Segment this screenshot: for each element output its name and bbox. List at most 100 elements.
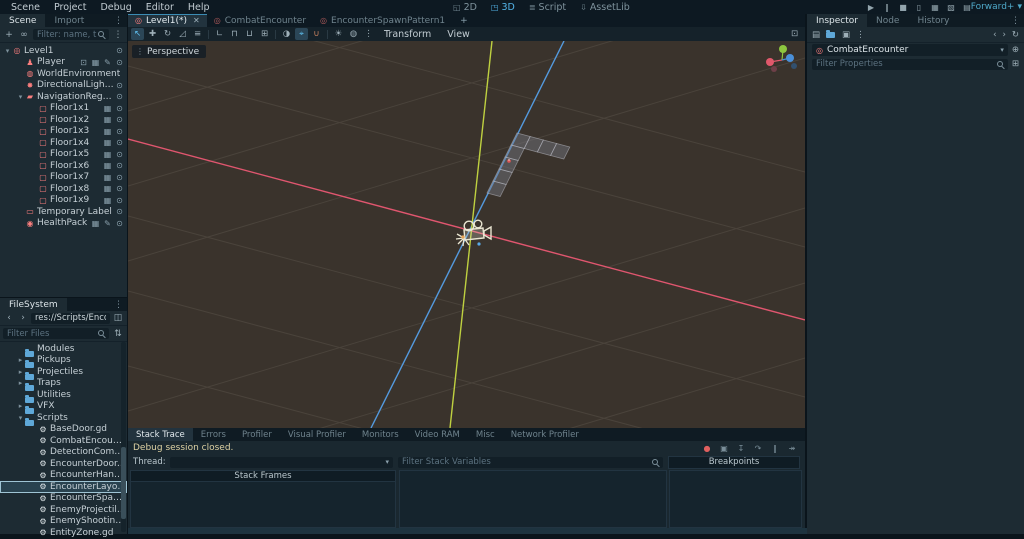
stack-variables-list[interactable] <box>399 470 667 528</box>
sun-settings-button[interactable]: ☀ <box>332 28 345 40</box>
menu-item[interactable]: Debug <box>94 2 137 13</box>
expander-icon[interactable]: ▸ <box>16 368 25 376</box>
file-tree-item[interactable]: ▸ Projectiles <box>0 366 127 380</box>
visibility-icon[interactable]: ⊙ <box>114 138 125 147</box>
debugger-tab[interactable]: Misc <box>468 428 503 441</box>
select-tool-button[interactable]: ↖ <box>131 28 144 40</box>
scale-tool-button[interactable]: ◿ <box>176 28 189 40</box>
file-tree-item[interactable]: ⚙ EncounterSpawnPattern.gd <box>0 493 127 505</box>
file-tree-item[interactable]: ▸ Traps <box>0 378 127 392</box>
scene-tree-item[interactable]: ♟ Player ⊡ ▦ ✎ ⊙ <box>0 57 127 69</box>
group-button[interactable]: ⊞ <box>258 28 271 40</box>
menu-item[interactable]: Project <box>48 2 93 13</box>
script-badge-icon[interactable]: ✎ <box>102 219 113 228</box>
scene-tree-item[interactable]: ▢ Floor1x7 ▦ ⊙ <box>0 172 127 184</box>
visibility-icon[interactable]: ⊙ <box>114 150 125 159</box>
pin-icon[interactable]: ⊕ <box>1012 45 1019 55</box>
scene-tree-item[interactable]: ▭ Temporary Label ⊙ <box>0 206 127 218</box>
stack-variables-filter-input[interactable] <box>398 456 663 468</box>
editor-mode-button[interactable]: ◳ 3D <box>486 2 520 13</box>
fullscreen-icon[interactable]: ⊡ <box>788 28 801 40</box>
file-tree-item[interactable]: Utilities <box>0 389 127 403</box>
group-icon[interactable]: ▦ <box>102 173 113 182</box>
breakpoints-list[interactable] <box>669 470 802 528</box>
visibility-icon[interactable]: ⊙ <box>114 184 125 193</box>
scene-tree-item[interactable]: ▢ Floor1x5 ▦ ⊙ <box>0 149 127 161</box>
debugger-tab[interactable]: Monitors <box>354 428 407 441</box>
file-tree-item[interactable]: ▸ Pickups <box>0 355 127 369</box>
local-space-button[interactable]: ⌖ <box>295 28 308 40</box>
group-icon[interactable]: ▦ <box>102 115 113 124</box>
file-tree-item[interactable]: Modules <box>0 343 127 357</box>
edited-object-dropdown[interactable]: ◎ CombatEncounter ▾ <box>812 44 1008 56</box>
inspector-filter-input[interactable] <box>812 58 1008 70</box>
categories-icon[interactable]: ⊞ <box>1012 59 1019 69</box>
scene-tree-item[interactable]: ▢ Floor1x1 ▦ ⊙ <box>0 103 127 115</box>
debugger-tab[interactable]: Video RAM <box>407 428 468 441</box>
scene-tree-item[interactable]: ▢ Floor1x6 ▦ ⊙ <box>0 160 127 172</box>
perspective-menu[interactable]: ⋮ Perspective <box>132 45 207 58</box>
scrollbar[interactable] <box>121 342 126 532</box>
debugger-tab[interactable]: Profiler <box>234 428 280 441</box>
group-icon[interactable]: ▦ <box>102 161 113 170</box>
panel-tab[interactable]: History <box>908 14 958 27</box>
renderer-dropdown[interactable]: Forward+ ▾ <box>971 0 1022 14</box>
group-icon[interactable]: ▦ <box>90 219 101 228</box>
visibility-icon[interactable]: ⊙ <box>114 196 125 205</box>
expander-icon[interactable]: ▸ <box>16 356 25 364</box>
group-icon[interactable]: ▦ <box>102 150 113 159</box>
viewport-3d[interactable]: ⋮ Perspective <box>127 0 806 539</box>
rotate-tool-button[interactable]: ↻ <box>161 28 174 40</box>
object-history-icon[interactable]: ↻ <box>1012 30 1019 40</box>
continue-icon[interactable]: ↠ <box>787 444 797 453</box>
resource-save-icon[interactable]: ▣ <box>842 30 850 40</box>
break-icon[interactable]: ‖ <box>770 444 780 453</box>
editor-mode-button[interactable]: ◱ 2D <box>448 2 482 13</box>
visibility-icon[interactable]: ⊙ <box>114 104 125 113</box>
thread-dropdown[interactable]: ▾ <box>169 456 393 468</box>
history-forward-icon[interactable]: › <box>17 313 29 323</box>
record-icon[interactable]: ● <box>702 444 712 453</box>
group-icon[interactable]: ▦ <box>102 104 113 113</box>
visibility-icon[interactable]: ⊙ <box>114 46 125 55</box>
scene-tree-item[interactable]: ▢ Floor1x3 ▦ ⊙ <box>0 126 127 138</box>
file-tree-item[interactable]: ⚙ DetectionComponent.gd <box>0 447 127 459</box>
resource-menu-icon[interactable]: ⋮ <box>856 30 865 40</box>
scene-tree-item[interactable]: ▢ Floor1x8 ▦ ⊙ <box>0 183 127 195</box>
file-tree-item[interactable]: ⚙ EncounterHandler.gd <box>0 470 127 482</box>
scene-tree-item[interactable]: ◍ WorldEnvironment <box>0 68 127 80</box>
unlock-button[interactable]: ⊔ <box>243 28 256 40</box>
visibility-icon[interactable]: ⊙ <box>114 173 125 182</box>
view-menu[interactable]: View <box>440 29 477 40</box>
stop-button[interactable]: ■ <box>898 3 908 12</box>
play-scene-button[interactable]: ▦ <box>930 3 940 12</box>
step-over-icon[interactable]: ↷ <box>753 444 763 453</box>
file-tree-item[interactable]: ⚙ EncounterLayout.gd <box>0 481 127 493</box>
move-tool-button[interactable]: ✚ <box>146 28 159 40</box>
visibility-icon[interactable]: ⊙ <box>114 81 125 90</box>
file-tree-item[interactable]: ⚙ EnemyShootingComponent.gd <box>0 516 127 528</box>
scene-tree-item[interactable]: ◉ HealthPack ▦ ✎ ⊙ <box>0 218 127 230</box>
expander-icon[interactable]: ▾ <box>16 414 25 422</box>
scene-tree-item[interactable]: ▾ ▰ NavigationRegion3D ⊙ <box>0 91 127 103</box>
file-tree-item[interactable]: ⚙ EncounterDoor.gd <box>0 458 127 470</box>
panel-menu-icon[interactable]: ⋮ <box>110 14 127 27</box>
camera-preview-button[interactable]: ◑ <box>280 28 293 40</box>
edit-forward-icon[interactable]: › <box>1002 30 1005 40</box>
editor-mode-button[interactable]: ⇩ AssetLib <box>575 2 635 13</box>
expander-icon[interactable]: ▸ <box>16 379 25 387</box>
visibility-icon[interactable]: ⊙ <box>114 219 125 228</box>
panel-tab[interactable]: Inspector <box>807 14 867 27</box>
group-icon[interactable]: ▦ <box>90 58 101 67</box>
visibility-icon[interactable]: ⊙ <box>114 58 125 67</box>
instantiate-scene-button[interactable]: ∞ <box>18 30 30 40</box>
panel-menu-icon[interactable]: ⋮ <box>1007 14 1024 27</box>
file-tree-item[interactable]: ⚙ EnemyProjectile.gd <box>0 504 127 516</box>
scene-tab[interactable]: ◎ CombatEncounter <box>207 14 313 27</box>
file-tree-item[interactable]: ⚙ BaseDoor.gd <box>0 424 127 436</box>
visibility-icon[interactable]: ⊙ <box>114 207 125 216</box>
scene-tab[interactable]: ◎ EncounterSpawnPattern1 <box>313 14 452 27</box>
debugger-tab[interactable]: Visual Profiler <box>280 428 354 441</box>
step-into-icon[interactable]: ↧ <box>736 444 746 453</box>
list-select-button[interactable]: ≡ <box>191 28 204 40</box>
